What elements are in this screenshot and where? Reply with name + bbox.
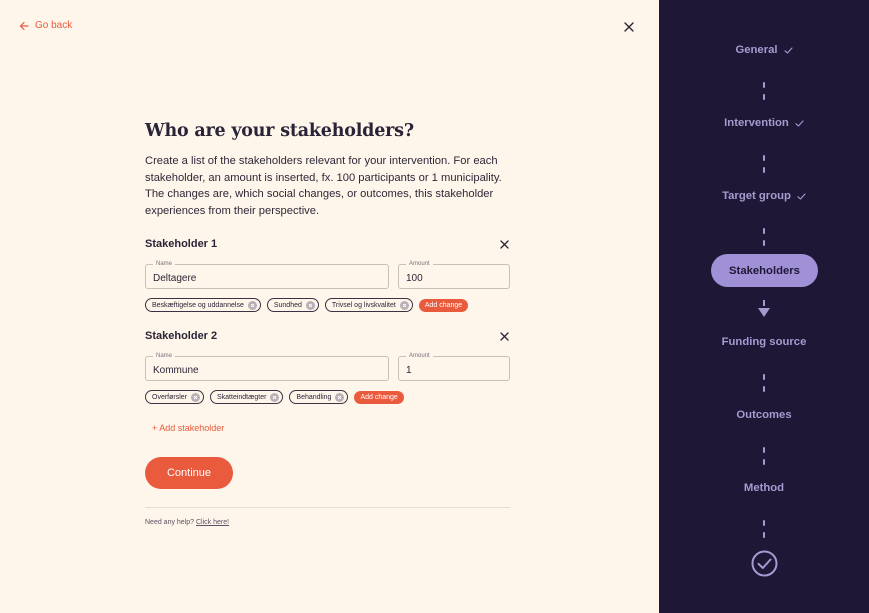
check-icon [797, 192, 806, 200]
amount-field-label: Amount [406, 352, 433, 360]
step-label: Method [743, 482, 785, 494]
help-link[interactable]: Click here! [196, 519, 229, 526]
step-label: Outcomes [736, 409, 792, 421]
progress-sidebar: General Intervention Target group Stakeh… [659, 0, 869, 613]
step-label: Stakeholders [729, 264, 800, 277]
help-label: Need any help? [145, 519, 195, 526]
step-connector [763, 155, 766, 173]
change-chip[interactable]: Overførsler [145, 390, 204, 404]
arrow-left-icon [19, 21, 29, 30]
step-label: Intervention [724, 117, 789, 129]
stakeholder-card: Stakeholder 2 [145, 328, 510, 344]
page-title: Who are your stakeholders? [145, 121, 414, 141]
check-circle-icon [751, 550, 778, 577]
step-connector [763, 447, 766, 465]
help-text: Need any help? Click here! [145, 519, 229, 526]
step-label: Target group [722, 190, 791, 202]
name-field[interactable]: Name [145, 260, 389, 289]
step-connector [763, 374, 766, 392]
stakeholder-title: Stakeholder 1 [145, 238, 218, 250]
remove-stakeholder-icon[interactable] [499, 239, 510, 250]
name-input[interactable] [146, 357, 388, 380]
stakeholder-card: Stakeholder 1 [145, 236, 510, 252]
step-label: Funding source [721, 336, 807, 348]
amount-field-label: Amount [406, 260, 433, 268]
step-label: General [735, 44, 778, 56]
step-method[interactable]: Method [659, 482, 869, 494]
divider [145, 507, 510, 508]
add-stakeholder-link[interactable]: + Add stakeholder [152, 423, 224, 433]
change-chip[interactable]: Trivsel og livskvalitet [324, 298, 413, 312]
name-field[interactable]: Name [145, 352, 389, 381]
arrow-down-icon [758, 300, 770, 317]
chip-label: Sundhed [273, 301, 302, 309]
step-connector [763, 520, 766, 538]
remove-chip-icon[interactable] [247, 300, 257, 310]
go-back-label: Go back [35, 20, 73, 31]
page-description: Create a list of the stakeholders releva… [145, 155, 502, 217]
name-field-label: Name [153, 260, 176, 268]
change-chip[interactable]: Skatteindtægter [210, 390, 284, 404]
step-connector [763, 82, 766, 100]
step-stakeholders[interactable]: Stakeholders [711, 254, 818, 287]
change-chip[interactable]: Sundhed [266, 298, 319, 312]
change-chips: Overførsler Skatteindtægter Behandling A… [145, 390, 404, 404]
add-change-button[interactable]: Add change [418, 298, 469, 312]
change-chip[interactable]: Behandling [289, 390, 349, 404]
step-funding-source[interactable]: Funding source [659, 336, 869, 348]
remove-chip-icon[interactable] [191, 392, 200, 402]
remove-chip-icon[interactable] [335, 392, 345, 402]
main-panel: Go back Who are your stakeholders? Creat… [0, 0, 659, 613]
step-target-group[interactable]: Target group [659, 190, 869, 202]
amount-input[interactable] [399, 265, 509, 288]
stakeholder-title: Stakeholder 2 [145, 330, 218, 342]
close-icon[interactable] [622, 20, 636, 34]
check-icon [783, 46, 793, 54]
chip-label: Overførsler [152, 393, 187, 401]
chip-label: Trivsel og livskvalitet [331, 301, 396, 309]
amount-field[interactable]: Amount [398, 260, 510, 289]
check-icon [795, 119, 804, 127]
go-back-link[interactable]: Go back [19, 20, 72, 31]
remove-stakeholder-icon[interactable] [499, 331, 510, 342]
continue-button[interactable]: Continue [145, 457, 233, 489]
chip-label: Beskæftigelse og uddannelse [152, 301, 244, 309]
change-chip[interactable]: Beskæftigelse og uddannelse [145, 298, 261, 312]
intro: Who are your stakeholders? Create a list… [145, 121, 510, 219]
name-field-label: Name [153, 352, 176, 360]
name-input[interactable] [146, 265, 388, 288]
step-general[interactable]: General [659, 44, 869, 56]
chip-label: Behandling [296, 393, 332, 401]
change-chips: Beskæftigelse og uddannelse Sundhed Triv… [145, 298, 469, 312]
remove-chip-icon[interactable] [399, 300, 409, 310]
amount-field[interactable]: Amount [398, 352, 510, 381]
step-intervention[interactable]: Intervention [659, 117, 869, 129]
amount-input[interactable] [399, 357, 509, 380]
add-change-button[interactable]: Add change [354, 390, 404, 404]
step-connector [763, 228, 766, 246]
chip-label: Skatteindtægter [217, 393, 267, 401]
step-outcomes[interactable]: Outcomes [659, 409, 869, 421]
remove-chip-icon[interactable] [305, 300, 315, 310]
remove-chip-icon[interactable] [270, 392, 280, 402]
